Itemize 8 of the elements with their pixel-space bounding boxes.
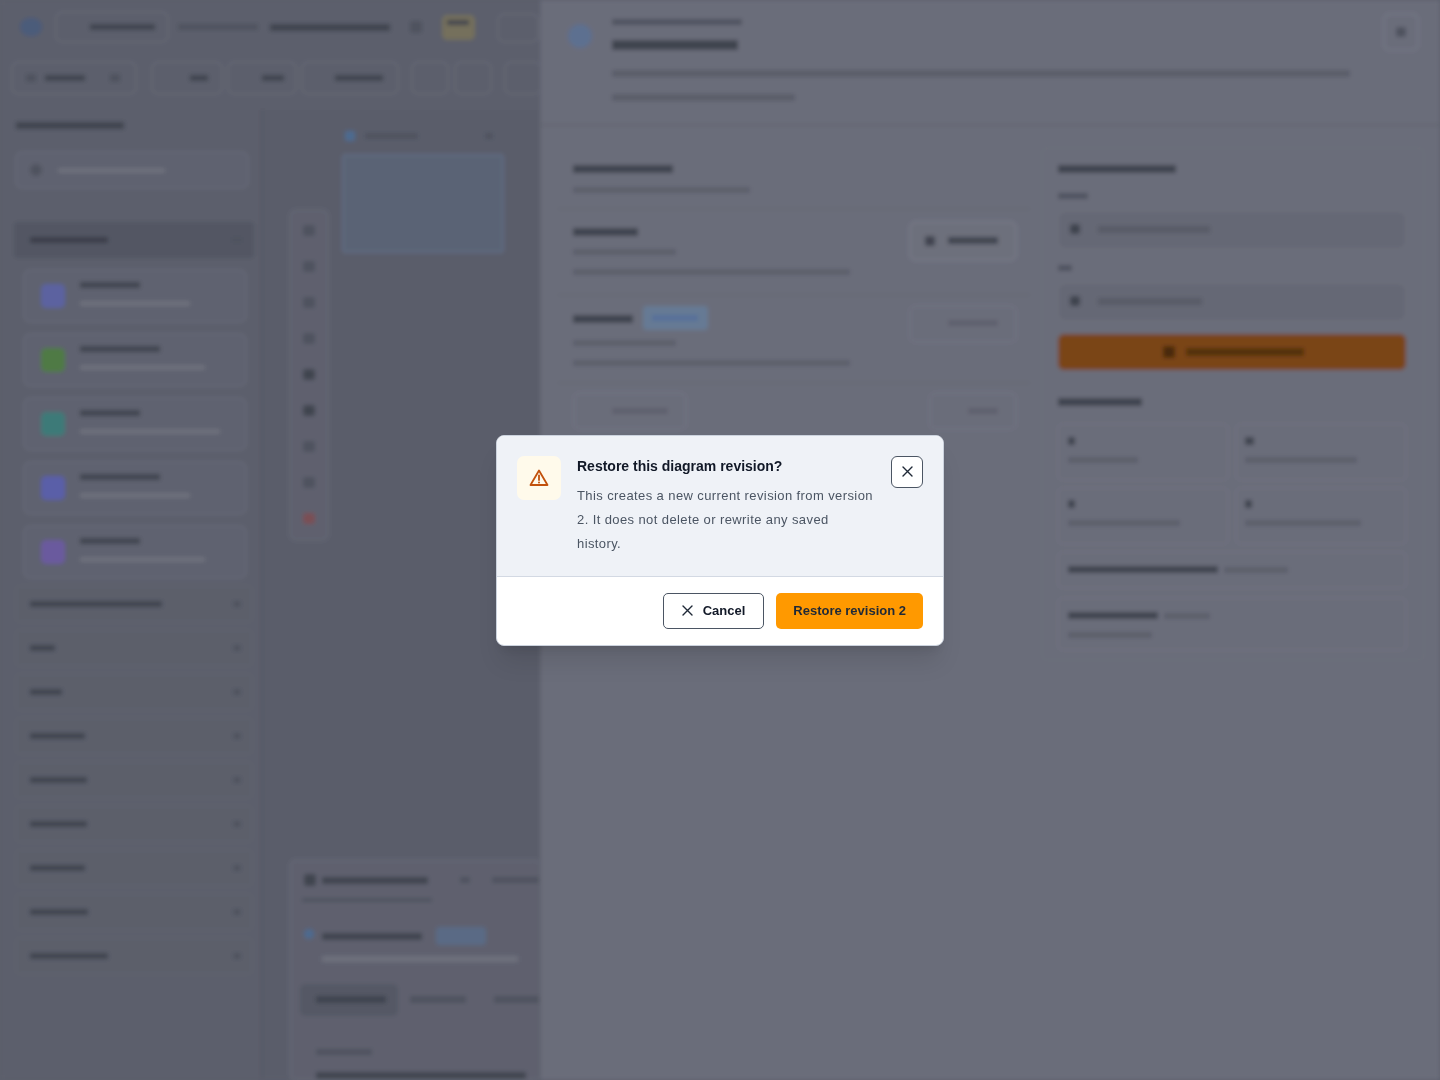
close-icon	[901, 466, 913, 477]
warning-icon	[517, 455, 561, 500]
dialog-title: Restore this diagram revision?	[577, 456, 784, 476]
dialog-message: This creates a new current revision from version 2. It does not delete or rewrite any saved history.	[577, 486, 874, 553]
close-button[interactable]	[891, 455, 923, 488]
x-icon	[681, 605, 693, 616]
restore-button[interactable]: Restore revision 2	[776, 592, 923, 629]
cancel-button[interactable]: Cancel	[662, 592, 765, 629]
